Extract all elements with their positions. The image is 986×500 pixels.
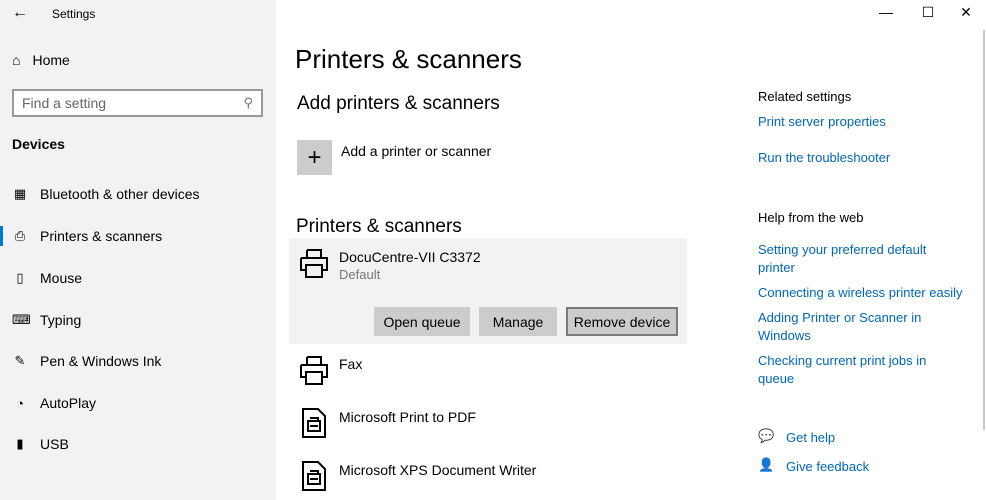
sidebar-item-usb[interactable]: ▮ USB [0, 424, 276, 464]
mouse-icon: ▯ [16, 270, 24, 285]
give-feedback-link[interactable]: Give feedback [786, 458, 869, 476]
printer-status: Default [339, 267, 381, 282]
nav-label: AutoPlay [40, 395, 97, 411]
get-help-link[interactable]: Get help [786, 429, 835, 447]
usb-icon: ▮ [16, 436, 24, 451]
printer-item-fax[interactable]: Fax [339, 356, 362, 372]
sidebar-home[interactable]: ⌂ Home [12, 52, 70, 68]
sidebar-item-printers[interactable]: ⎙ Printers & scanners [0, 216, 276, 256]
search-placeholder: Find a setting [22, 95, 107, 111]
back-arrow-icon[interactable]: ← [12, 4, 28, 22]
sidebar-item-bluetooth[interactable]: ▦ Bluetooth & other devices [0, 174, 276, 214]
nav-label: Pen & Windows Ink [40, 353, 162, 369]
keyboard-icon: ⌨ [12, 312, 31, 327]
printer-icon [300, 249, 328, 278]
add-printer-button[interactable]: + [297, 140, 332, 175]
nav-label: USB [40, 436, 69, 452]
home-label: Home [32, 52, 70, 68]
app-title: Settings [52, 7, 96, 21]
printer-item-xps[interactable]: Microsoft XPS Document Writer [339, 462, 536, 478]
printer-name: DocuCentre-VII C3372 [339, 249, 481, 265]
feedback-icon: 👤 [758, 457, 775, 472]
nav-label: Typing [40, 312, 82, 328]
web-link[interactable]: Adding Printer or Scanner in Windows [758, 309, 958, 345]
home-icon: ⌂ [12, 52, 21, 68]
add-heading: Add printers & scanners [297, 93, 500, 114]
close-button[interactable]: ✕ [946, 0, 986, 24]
web-link[interactable]: Checking current print jobs in queue [758, 352, 958, 388]
maximize-button[interactable]: ☐ [908, 0, 948, 24]
related-heading: Related settings [758, 89, 852, 104]
nav-label: Printers & scanners [40, 228, 163, 244]
print-server-link[interactable]: Print server properties [758, 113, 886, 131]
web-link[interactable]: Setting your preferred default printer [758, 241, 958, 277]
web-link[interactable]: Connecting a wireless printer easily [758, 284, 973, 302]
troubleshooter-link[interactable]: Run the troubleshooter [758, 149, 890, 167]
sidebar-item-autoplay[interactable]: ◔ AutoPlay [0, 383, 276, 423]
section-heading: Devices [12, 136, 65, 152]
nav-label: Mouse [40, 270, 83, 286]
sidebar-item-typing[interactable]: ⌨ Typing [0, 300, 276, 340]
plus-icon: + [307, 143, 322, 171]
page-title: Printers & scanners [295, 44, 522, 74]
pen-icon: ✎ [14, 353, 26, 368]
open-queue-button[interactable]: Open queue [374, 307, 470, 336]
add-printer-label[interactable]: Add a printer or scanner [341, 143, 491, 159]
printer-icon [300, 356, 328, 385]
web-heading: Help from the web [758, 210, 864, 225]
document-printer-icon [302, 408, 326, 438]
search-icon: ⚲ [243, 95, 253, 110]
printer-item-pdf[interactable]: Microsoft Print to PDF [339, 409, 476, 425]
autoplay-icon: ◔ [16, 395, 24, 411]
search-input[interactable]: Find a setting ⚲ [12, 89, 263, 117]
document-printer-icon [302, 461, 326, 491]
get-help-icon: 💬 [758, 428, 775, 443]
manage-button[interactable]: Manage [479, 307, 557, 336]
nav-label: Bluetooth & other devices [40, 186, 200, 202]
printer-icon: ⎙ [14, 228, 26, 243]
bluetooth-devices-icon: ▦ [13, 186, 27, 201]
sidebar: ← Settings ⌂ Home Find a setting ⚲ Devic… [0, 0, 276, 500]
sidebar-item-pen[interactable]: ✎ Pen & Windows Ink [0, 341, 276, 381]
remove-device-button[interactable]: Remove device [566, 307, 678, 336]
scrollbar[interactable] [983, 30, 985, 430]
printers-heading: Printers & scanners [296, 216, 462, 237]
minimize-button[interactable]: — [866, 0, 906, 24]
sidebar-item-mouse[interactable]: ▯ Mouse [0, 258, 276, 298]
